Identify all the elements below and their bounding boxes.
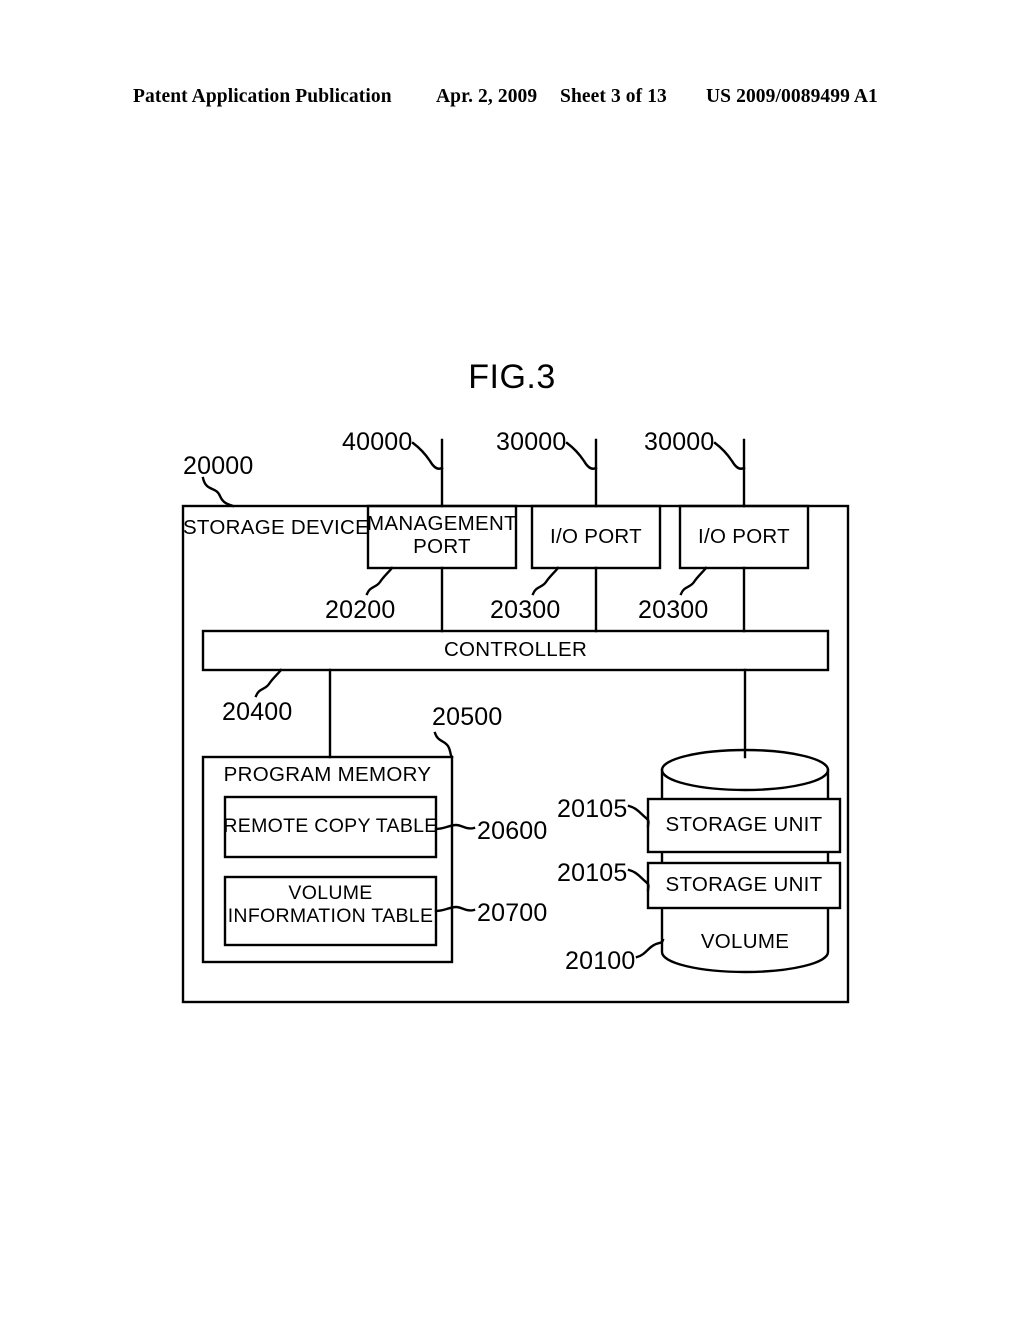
ref-io-port-2-top: 30000 [644, 428, 715, 456]
io-port-1-label: I/O PORT [549, 524, 642, 548]
leader-20700 [434, 905, 476, 913]
storage-unit-2-label: STORAGE UNIT [665, 873, 823, 897]
volume-information-table-label-line1: VOLUME [288, 882, 373, 905]
leader-20300-a [531, 566, 560, 596]
management-port-label-line2: PORT [413, 534, 471, 558]
ref-storage-unit-1: 20105 [557, 795, 628, 823]
ref-remote-copy-table: 20600 [477, 817, 548, 845]
ref-volume-information-table: 20700 [477, 899, 548, 927]
io-port-2-label: I/O PORT [697, 524, 790, 548]
ref-volume: 20100 [565, 947, 636, 975]
ref-program-memory: 20500 [432, 703, 503, 731]
controller-label: CONTROLLER [443, 638, 588, 662]
leader-20600 [434, 823, 476, 831]
leader-20500 [433, 731, 454, 759]
leader-20000 [201, 476, 235, 508]
storage-device-label: STORAGE DEVICE [182, 515, 370, 539]
ref-storage-unit-2: 20105 [557, 859, 628, 887]
ref-controller: 20400 [222, 698, 293, 726]
leader-20200 [365, 566, 394, 596]
ref-management-port: 20200 [325, 596, 396, 624]
program-memory-label: PROGRAM MEMORY [223, 762, 432, 786]
volume-information-table-label-line2: INFORMATION TABLE [227, 905, 434, 928]
ref-io-port-1-top: 30000 [496, 428, 567, 456]
leader-20105-a [627, 804, 650, 828]
remote-copy-table-label: REMOTE COPY TABLE [223, 815, 438, 838]
volume-label: VOLUME [700, 929, 790, 953]
leader-20105-b [627, 868, 650, 892]
management-port-label-line1: MANAGEMENT [367, 511, 517, 535]
leader-30000-a [565, 441, 598, 470]
ref-io-port-1: 20300 [490, 596, 561, 624]
storage-unit-1-label: STORAGE UNIT [665, 813, 823, 837]
ref-management-port-top: 40000 [342, 428, 413, 456]
leader-20400 [254, 668, 283, 698]
leader-20100 [635, 938, 665, 959]
ref-io-port-2: 20300 [638, 596, 709, 624]
leader-40000 [411, 441, 444, 470]
ref-storage-device: 20000 [183, 452, 254, 480]
leader-20300-b [679, 566, 708, 596]
leader-30000-b [713, 441, 746, 470]
